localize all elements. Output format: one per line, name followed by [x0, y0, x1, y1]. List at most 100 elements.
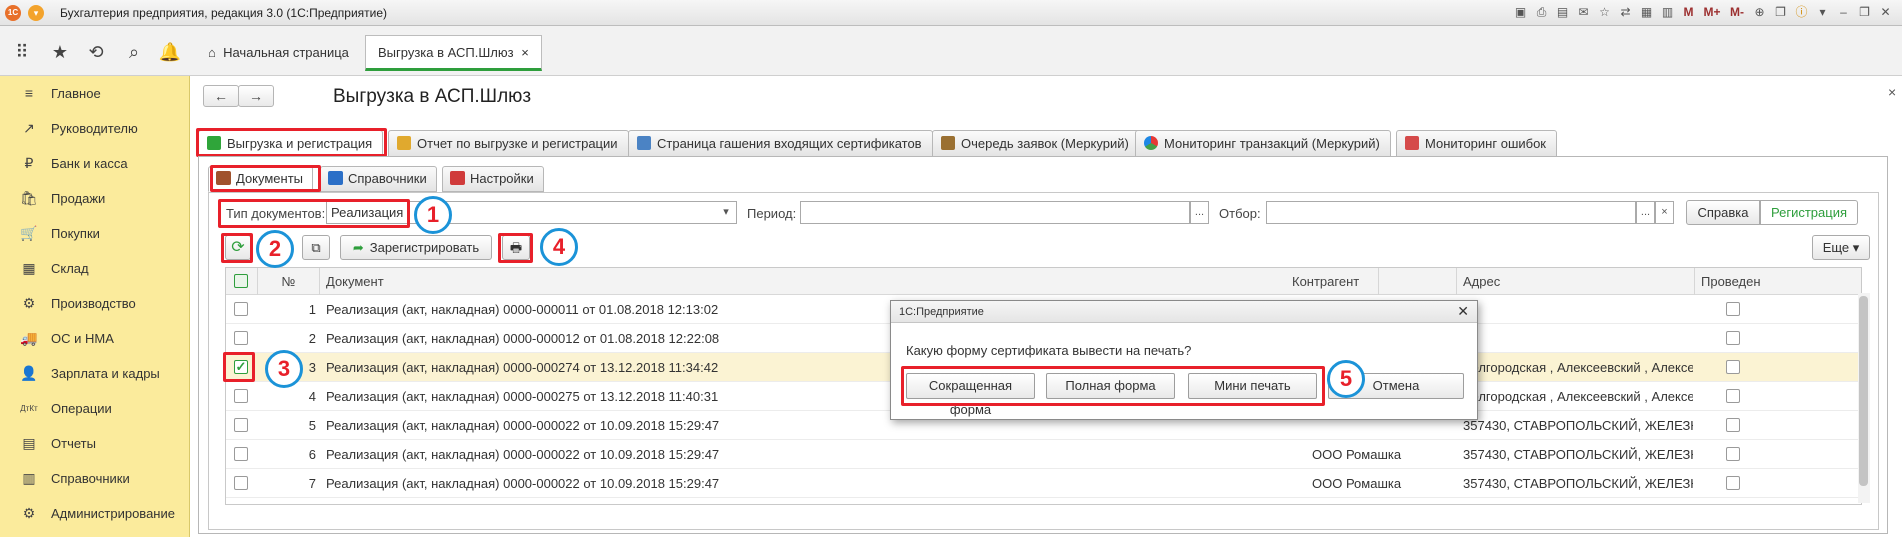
mail-icon[interactable]: ✉: [1575, 4, 1592, 21]
sidebar-item-main[interactable]: ≡ Главное: [0, 76, 190, 111]
filter-clear-button[interactable]: ×: [1655, 201, 1674, 224]
close-icon[interactable]: ✕: [1877, 4, 1894, 21]
marker-3: 3: [265, 350, 303, 388]
highlight-print: [498, 233, 533, 263]
tab-error-monitor[interactable]: Мониторинг ошибок: [1396, 130, 1557, 157]
copy-button[interactable]: ⧉: [302, 235, 330, 260]
filter-input[interactable]: [1266, 201, 1636, 224]
back-button[interactable]: ←: [203, 85, 239, 107]
save-icon[interactable]: ▣: [1512, 4, 1529, 21]
table-row[interactable]: 7 Реализация (акт, накладная) 0000-00002…: [226, 469, 1861, 498]
sidebar-item-purchases[interactable]: 🛒 Покупки: [0, 216, 190, 251]
sidebar-item-catalogs[interactable]: ▥ Справочники: [0, 461, 190, 496]
row-checkbox[interactable]: [234, 476, 248, 490]
certificate-icon: [637, 136, 651, 150]
restore-icon[interactable]: ❐: [1856, 4, 1873, 21]
sidebar-item-bank[interactable]: ₽ Банк и касса: [0, 146, 190, 181]
production-icon: ⚙: [22, 295, 36, 311]
pie-chart-icon: [1144, 136, 1158, 150]
tab-cert-redeem[interactable]: Страница гашения входящих сертификатов: [628, 130, 933, 157]
posted-checkbox[interactable]: [1726, 302, 1740, 316]
col-counterparty[interactable]: Контрагент: [1286, 268, 1457, 295]
window-icon[interactable]: ❐: [1772, 4, 1789, 21]
sidebar-item-assets[interactable]: 🚚 ОС и НМА: [0, 321, 190, 356]
posted-checkbox[interactable]: [1726, 476, 1740, 490]
col-document[interactable]: Документ: [320, 268, 1379, 295]
row-checkbox[interactable]: [234, 418, 248, 432]
mode-registration-button[interactable]: Регистрация: [1760, 200, 1858, 225]
chevron-down-icon[interactable]: ▾: [1814, 4, 1831, 21]
tab-request-queue[interactable]: Очередь заявок (Меркурий): [932, 130, 1140, 157]
search-icon[interactable]: ⌕: [122, 40, 146, 64]
history-icon[interactable]: ⟲: [84, 40, 108, 64]
highlight-dialog-buttons: [901, 366, 1325, 406]
zoom-icon[interactable]: ⊕: [1751, 4, 1768, 21]
sidebar-item-payroll[interactable]: 👤 Зарплата и кадры: [0, 356, 190, 391]
sidebar-item-manager[interactable]: ↗ Руководителю: [0, 111, 190, 146]
register-button[interactable]: ➦ Зарегистрировать: [340, 235, 492, 260]
tab-transaction-monitor[interactable]: Мониторинг транзакций (Меркурий): [1135, 130, 1391, 157]
notifications-bell-icon[interactable]: 🔔: [158, 40, 182, 64]
more-button[interactable]: Еще ▾: [1812, 235, 1870, 260]
calc-icon[interactable]: ▥: [1659, 4, 1676, 21]
memory-mplus-button[interactable]: M+: [1701, 4, 1723, 21]
col-number[interactable]: №: [258, 268, 320, 295]
posted-checkbox[interactable]: [1726, 389, 1740, 403]
posted-checkbox[interactable]: [1726, 447, 1740, 461]
table-row[interactable]: 6 Реализация (акт, накладная) 0000-00002…: [226, 440, 1861, 469]
filter-choose-button[interactable]: ...: [1636, 201, 1655, 224]
row-checkbox[interactable]: [234, 302, 248, 316]
star-icon[interactable]: ☆: [1596, 4, 1613, 21]
posted-checkbox[interactable]: [1726, 331, 1740, 345]
catalog-icon: ▥: [22, 470, 36, 486]
dialog-close-icon[interactable]: ✕: [1457, 303, 1469, 320]
queue-icon: [941, 136, 955, 150]
tab-close-icon[interactable]: ×: [521, 45, 529, 60]
posted-checkbox[interactable]: [1726, 418, 1740, 432]
period-input[interactable]: [800, 201, 1190, 224]
subtab-settings[interactable]: Настройки: [442, 166, 544, 192]
close-form-icon[interactable]: ×: [1888, 84, 1896, 100]
row-checkbox[interactable]: [234, 389, 248, 403]
period-choose-button[interactable]: ...: [1190, 201, 1209, 224]
mode-help-button[interactable]: Справка: [1686, 200, 1760, 225]
nav-icon[interactable]: ⇄: [1617, 4, 1634, 21]
sidebar-item-reports[interactable]: ▤ Отчеты: [0, 426, 190, 461]
scrollbar-thumb[interactable]: [1859, 296, 1868, 486]
memory-mminus-button[interactable]: M-: [1727, 4, 1747, 21]
sidebar-item-admin[interactable]: ⚙ Администрирование: [0, 496, 190, 531]
tab-export-asp[interactable]: Выгрузка в АСП.Шлюз ×: [365, 35, 542, 71]
info-icon[interactable]: ⓘ: [1793, 4, 1810, 21]
calendar-icon[interactable]: ▦: [1638, 4, 1655, 21]
col-address[interactable]: Адрес: [1457, 268, 1695, 295]
sidebar-item-warehouse[interactable]: ▦ Склад: [0, 251, 190, 286]
settings-icon: [450, 171, 465, 185]
warehouse-icon: ▦: [22, 260, 36, 276]
row-checkbox[interactable]: [234, 447, 248, 461]
sidebar-item-production[interactable]: ⚙ Производство: [0, 286, 190, 321]
apps-grid-icon[interactable]: ⠿: [10, 40, 34, 64]
tab-export-report[interactable]: Отчет по выгрузке и регистрации: [388, 130, 629, 157]
titlebar-toolbar: ▣ ⎙ ▤ ✉ ☆ ⇄ ▦ ▥ M M+ M- ⊕ ❐ ⓘ ▾ – ❐ ✕: [1512, 4, 1894, 21]
favorites-icon[interactable]: ★: [48, 40, 72, 64]
posted-checkbox[interactable]: [1726, 360, 1740, 374]
minimize-icon[interactable]: –: [1835, 4, 1852, 21]
book-icon: [328, 171, 343, 185]
preview-icon[interactable]: ▤: [1554, 4, 1571, 21]
report-icon: [397, 136, 411, 150]
marker-4: 4: [540, 228, 578, 266]
main-menu-button[interactable]: ▾: [28, 5, 44, 21]
sidebar-item-operations[interactable]: ДтКт Операции: [0, 391, 190, 426]
sidebar-item-sales[interactable]: 🛍 Продажи: [0, 181, 190, 216]
print-icon[interactable]: ⎙: [1533, 4, 1550, 21]
memory-m-button[interactable]: M: [1680, 4, 1697, 21]
select-all-checkbox[interactable]: [226, 268, 258, 295]
copy-icon: ⧉: [311, 240, 321, 255]
highlight-subtab-documents: [210, 165, 321, 192]
forward-button[interactable]: →: [238, 85, 274, 107]
tab-home[interactable]: ⌂ Начальная страница: [195, 35, 362, 71]
subtab-catalogs[interactable]: Справочники: [320, 166, 437, 192]
row-checkbox[interactable]: [234, 331, 248, 345]
doc-type-dropdown-button[interactable]: ▾: [716, 201, 737, 224]
col-posted[interactable]: Проведен: [1695, 268, 1861, 295]
